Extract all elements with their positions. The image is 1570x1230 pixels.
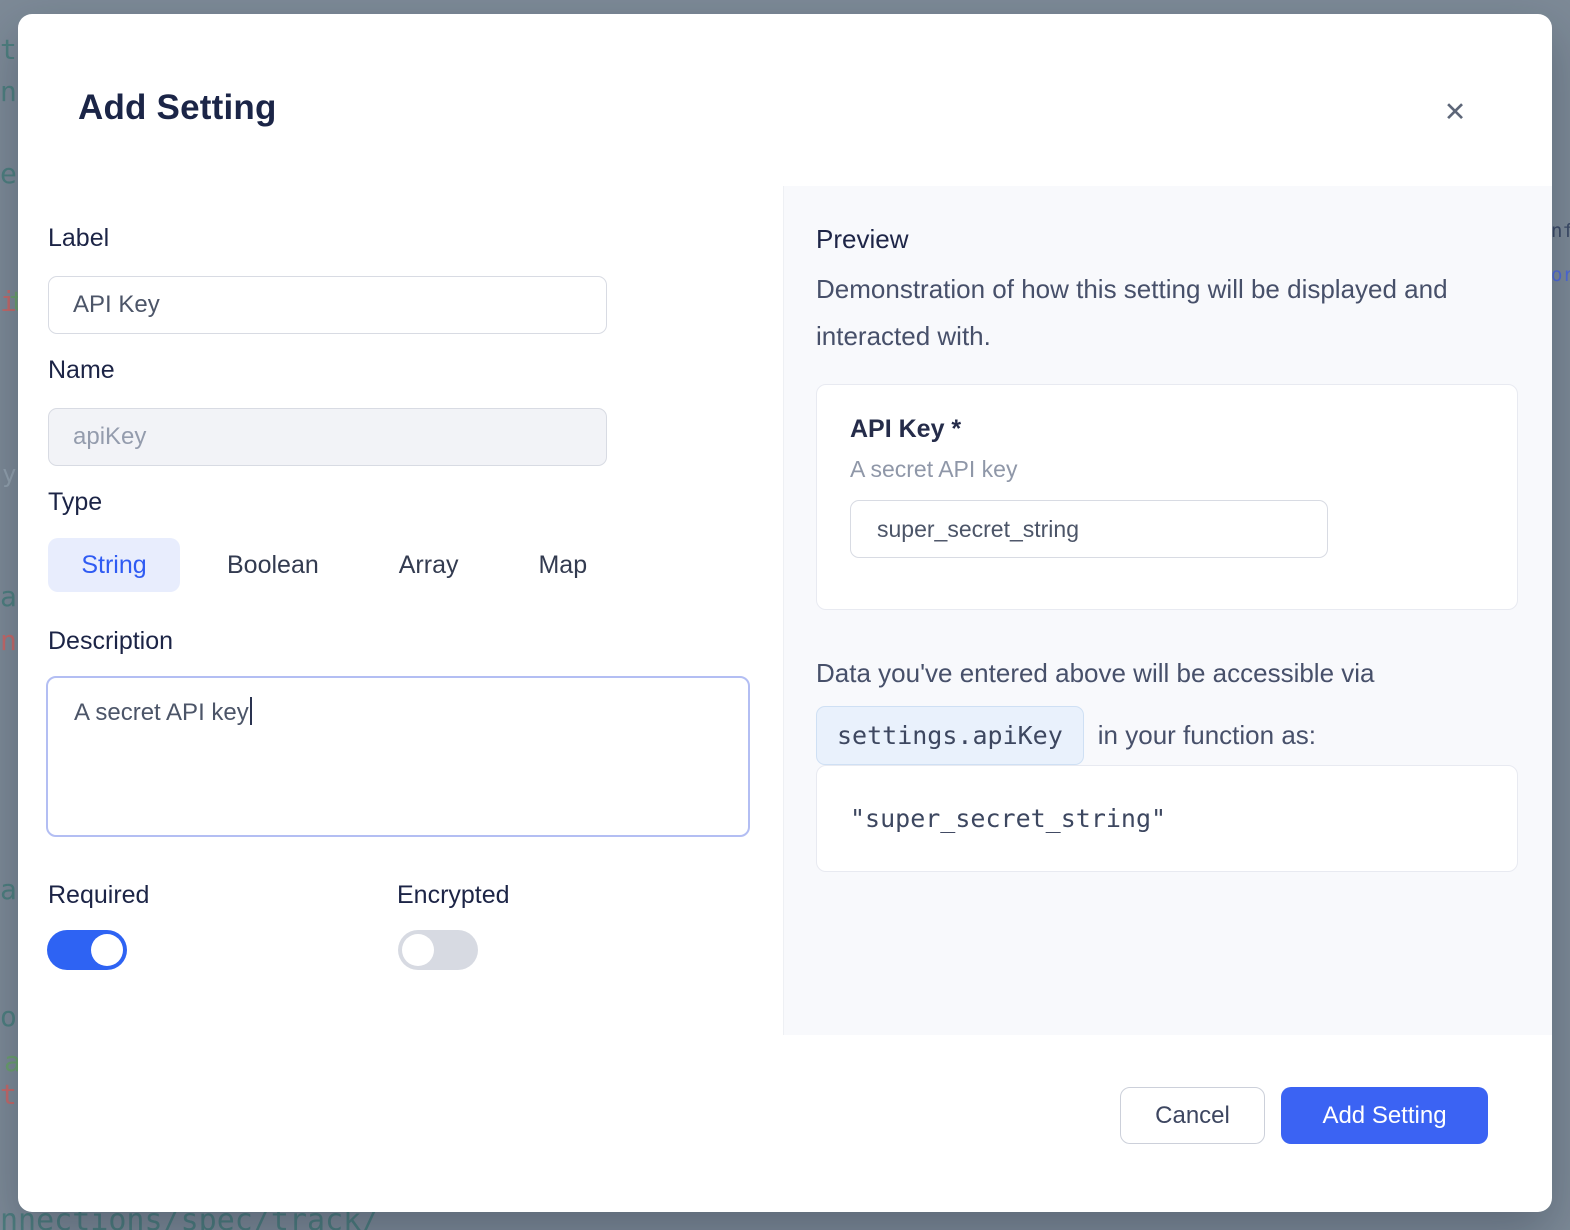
label-field-label: Label: [48, 224, 109, 253]
output-code-card: "super_secret_string": [816, 765, 1518, 872]
label-input-value: API Key: [73, 291, 160, 319]
type-selector: String Boolean Array Map: [48, 538, 620, 592]
settings-key-chip: settings.apiKey: [816, 706, 1084, 765]
description-value: A secret API key: [74, 699, 249, 726]
name-input-value: apiKey: [73, 423, 146, 451]
type-tab-string[interactable]: String: [48, 538, 180, 592]
description-textarea[interactable]: A secret API key: [46, 676, 750, 837]
preview-setting-input-value: super_secret_string: [877, 516, 1079, 543]
description-field-label: Description: [48, 627, 173, 656]
name-input: apiKey: [48, 408, 607, 466]
close-icon: ✕: [1444, 97, 1467, 128]
access-text-before: Data you've entered above will be access…: [816, 650, 1375, 697]
preview-setting-subtitle: A secret API key: [850, 456, 1484, 483]
add-setting-dialog: Add Setting ✕ Label API Key Name apiKey …: [18, 14, 1552, 1212]
add-setting-button[interactable]: Add Setting: [1281, 1087, 1488, 1144]
preview-heading: Preview: [816, 224, 908, 255]
background-code-fragment: t: [0, 36, 17, 64]
text-cursor: [250, 697, 252, 725]
cancel-button[interactable]: Cancel: [1120, 1087, 1265, 1144]
output-code-value: "super_secret_string": [850, 804, 1166, 833]
dialog-title: Add Setting: [78, 88, 277, 128]
required-label: Required: [48, 881, 149, 910]
preview-setting-input[interactable]: super_secret_string: [850, 500, 1328, 558]
background-code-fragment: y: [2, 462, 16, 486]
preview-setting-card: API Key * A secret API key super_secret_…: [816, 384, 1518, 610]
toggle-knob: [402, 934, 434, 966]
encrypted-label: Encrypted: [397, 881, 510, 910]
name-field-label: Name: [48, 356, 115, 385]
type-field-label: Type: [48, 488, 102, 517]
type-tab-array[interactable]: Array: [366, 538, 492, 592]
preview-setting-title: API Key *: [850, 415, 1484, 444]
type-tab-map[interactable]: Map: [505, 538, 620, 592]
encrypted-toggle[interactable]: [398, 930, 478, 970]
label-input[interactable]: API Key: [48, 276, 607, 334]
access-info: Data you've entered above will be access…: [816, 650, 1375, 765]
toggle-knob: [91, 934, 123, 966]
preview-description: Demonstration of how this setting will b…: [816, 266, 1488, 360]
close-button[interactable]: ✕: [1433, 90, 1477, 134]
background-code-fragment: nf: [1551, 222, 1570, 241]
background-code-fragment: or: [1551, 266, 1570, 285]
access-text-after: in your function as:: [1098, 712, 1316, 759]
type-tab-boolean[interactable]: Boolean: [194, 538, 352, 592]
required-toggle[interactable]: [47, 930, 127, 970]
preview-panel: Preview Demonstration of how this settin…: [783, 186, 1552, 1035]
